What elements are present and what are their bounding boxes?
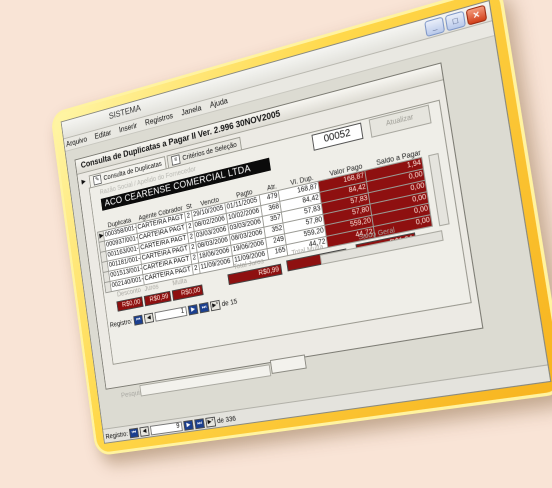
- codigo-field[interactable]: 00052: [311, 122, 364, 151]
- record-selector-icon: ▶: [81, 178, 87, 186]
- desconto-value: R$0,00: [116, 296, 144, 312]
- new-record-icon[interactable]: ▶*: [209, 299, 221, 312]
- atualizar-button[interactable]: Atualizar: [368, 104, 432, 138]
- close-button[interactable]: ✕: [465, 4, 488, 26]
- outer-nav-count: de 336: [216, 415, 237, 425]
- next-record-icon[interactable]: ▶: [187, 304, 199, 316]
- scene: SISTEMA _ □ ✕ Arquivo Editar Inserir Reg…: [0, 0, 552, 488]
- app-title: SISTEMA: [108, 102, 142, 121]
- last-record-icon[interactable]: ⏭: [194, 418, 205, 430]
- outer-nav-label: Registro:: [105, 430, 129, 441]
- maximize-button[interactable]: □: [444, 10, 467, 32]
- outer-record-input[interactable]: 9: [150, 421, 183, 436]
- juros-value: R$0,99: [143, 290, 172, 307]
- first-record-icon[interactable]: ⏮: [133, 314, 144, 326]
- tab-panel: Razão Social / Apelido do Fornecedor ACO…: [88, 99, 472, 365]
- new-record-icon[interactable]: ▶*: [205, 416, 217, 428]
- multa-label: Multa: [172, 277, 188, 288]
- juros-label: Juros: [144, 283, 160, 293]
- outer-record-nav: Registro: ⏮ ◀ 9 ▶ ⏭ ▶* de 336: [105, 414, 237, 442]
- inner-nav-label: Registro:: [109, 318, 133, 329]
- prev-record-icon[interactable]: ◀: [139, 426, 150, 437]
- monitor-frame: SISTEMA _ □ ✕ Arquivo Editar Inserir Reg…: [50, 0, 552, 457]
- last-record-icon[interactable]: ⏭: [198, 302, 210, 314]
- inner-record-input[interactable]: 1: [154, 306, 188, 322]
- first-record-icon[interactable]: ⏮: [128, 427, 140, 439]
- inner-nav-count: de 15: [221, 298, 238, 308]
- app-window: SISTEMA _ □ ✕ Arquivo Editar Inserir Reg…: [60, 0, 552, 444]
- minimize-button[interactable]: _: [424, 16, 446, 38]
- next-record-icon[interactable]: ▶: [183, 419, 194, 431]
- prev-record-icon[interactable]: ◀: [143, 312, 155, 324]
- multa-value: R$0,00: [171, 284, 204, 301]
